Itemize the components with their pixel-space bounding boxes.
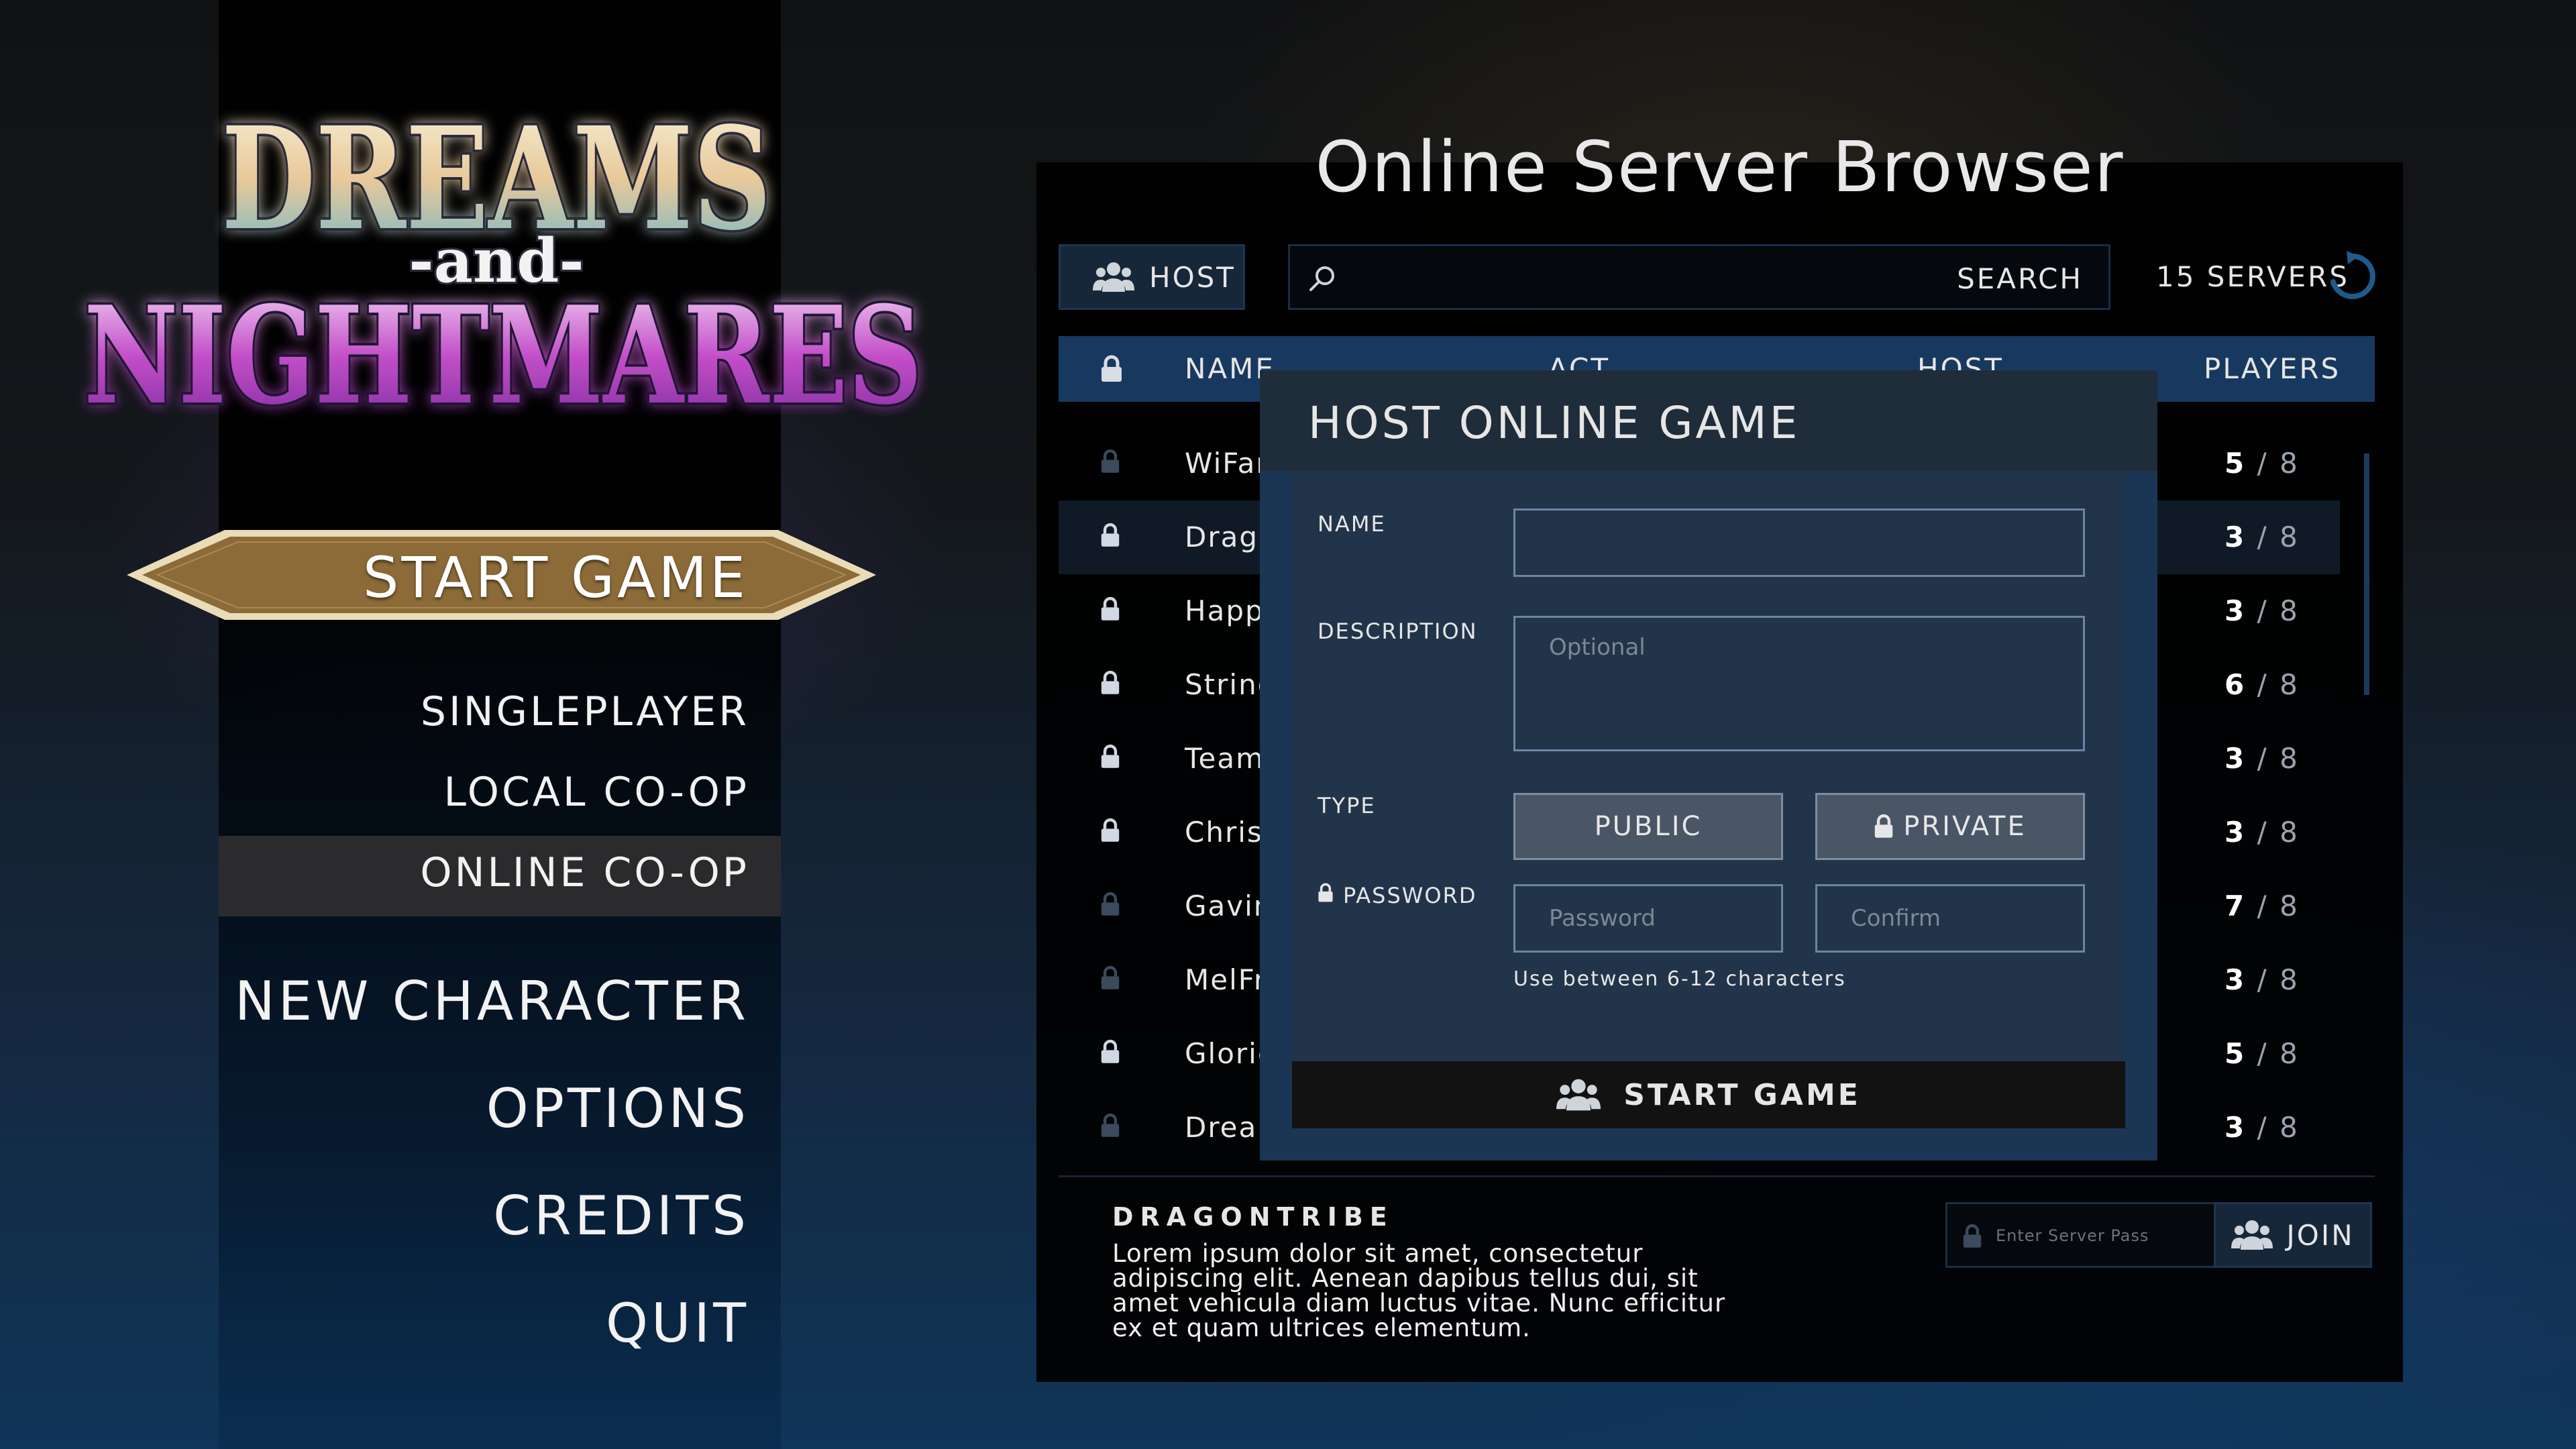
public-label: PUBLIC xyxy=(1594,811,1703,842)
lock-icon xyxy=(1101,818,1120,842)
current-players: 3 xyxy=(2224,1111,2247,1144)
search-icon xyxy=(1309,266,1334,291)
server-count: 15 SERVERS xyxy=(2156,260,2349,293)
lock-icon xyxy=(1318,883,1333,902)
current-players: 6 xyxy=(2224,668,2247,701)
lock-icon xyxy=(1101,892,1120,916)
private-label: PRIVATE xyxy=(1903,811,2027,842)
logo-nightmares: NIGHTMARES xyxy=(84,277,922,435)
game-logo: DREAMS -and- NIGHTMARES xyxy=(60,87,932,437)
group-icon xyxy=(1556,1079,1601,1111)
current-players: 5 xyxy=(2224,447,2247,480)
player-count: 3 / 8 xyxy=(2224,963,2300,996)
group-icon xyxy=(1093,262,1134,292)
max-players: 8 xyxy=(2279,447,2300,480)
host-label: HOST xyxy=(1149,260,1236,294)
server-password-input[interactable] xyxy=(1994,1220,2151,1251)
description-field[interactable] xyxy=(1513,616,2085,751)
search-input[interactable]: SEARCH xyxy=(1288,244,2110,310)
lock-icon xyxy=(1102,355,1122,382)
max-players: 8 xyxy=(2279,668,2300,701)
selected-server-description: Lorem ipsum dolor sit amet, consectetur … xyxy=(1112,1239,1726,1342)
game-name-field[interactable] xyxy=(1513,508,2085,577)
current-players: 3 xyxy=(2224,521,2247,553)
info-divider xyxy=(1059,1175,2375,1177)
menu-local-coop[interactable]: LOCAL CO-OP xyxy=(444,769,749,816)
player-count: 5 / 8 xyxy=(2224,1037,2300,1070)
dialog-title: HOST ONLINE GAME xyxy=(1308,397,1801,449)
max-players: 8 xyxy=(2279,1111,2300,1144)
password-field[interactable] xyxy=(1513,884,1783,953)
refresh-icon[interactable] xyxy=(2326,251,2377,302)
dialog-start-game-button[interactable]: START GAME xyxy=(1292,1061,2125,1128)
lock-icon xyxy=(1101,449,1120,473)
type-label: TYPE xyxy=(1318,793,1376,818)
host-game-dialog: HOST ONLINE GAME NAME DESCRIPTION TYPE P… xyxy=(1260,370,2157,1161)
player-count: 5 / 8 xyxy=(2224,447,2300,480)
player-count: 3 / 8 xyxy=(2224,742,2300,775)
player-count: 7 / 8 xyxy=(2224,890,2300,922)
player-count: 3 / 8 xyxy=(2224,521,2300,553)
player-count: 3 / 8 xyxy=(2224,594,2300,627)
lock-icon xyxy=(1101,1113,1120,1137)
menu-quit[interactable]: QUIT xyxy=(606,1292,749,1354)
menu-singleplayer[interactable]: SINGLEPLAYER xyxy=(421,688,749,735)
max-players: 8 xyxy=(2279,594,2300,627)
menu-options[interactable]: OPTIONS xyxy=(486,1077,749,1140)
menu-credits[interactable]: CREDITS xyxy=(493,1185,749,1247)
lock-icon xyxy=(1101,523,1120,547)
private-button[interactable]: PRIVATE xyxy=(1815,793,2085,860)
player-count: 3 / 8 xyxy=(2224,1111,2300,1144)
search-button[interactable]: SEARCH xyxy=(1957,262,2083,295)
current-players: 3 xyxy=(2224,816,2247,849)
current-players: 7 xyxy=(2224,890,2247,922)
max-players: 8 xyxy=(2279,521,2300,553)
column-players[interactable]: PLAYERS xyxy=(2204,352,2341,385)
dialog-start-game-label: START GAME xyxy=(1623,1077,1861,1112)
password-hint: Use between 6-12 characters xyxy=(1513,967,1846,991)
lock-icon xyxy=(1101,1039,1120,1063)
confirm-password-field[interactable] xyxy=(1815,884,2085,953)
lock-icon xyxy=(1101,670,1120,694)
lock-icon xyxy=(1101,744,1120,768)
join-button[interactable]: JOIN xyxy=(2214,1202,2372,1268)
password-label: PASSWORD xyxy=(1343,883,1477,908)
max-players: 8 xyxy=(2279,742,2300,775)
menu-new-character[interactable]: NEW CHARACTER xyxy=(235,970,749,1032)
dialog-form: NAME DESCRIPTION TYPE PUBLIC PRIVATE PAS… xyxy=(1292,471,2125,1061)
max-players: 8 xyxy=(2279,963,2300,996)
start-game-label: START GAME xyxy=(363,545,748,610)
lock-icon xyxy=(1101,965,1120,989)
join-label: JOIN xyxy=(2286,1218,2355,1252)
description-label: DESCRIPTION xyxy=(1318,619,1478,644)
max-players: 8 xyxy=(2279,816,2300,849)
current-players: 3 xyxy=(2224,594,2247,627)
name-label: NAME xyxy=(1318,511,1386,537)
current-players: 3 xyxy=(2224,963,2247,996)
current-players: 3 xyxy=(2224,742,2247,775)
max-players: 8 xyxy=(2279,1037,2300,1070)
start-game-banner[interactable]: START GAME xyxy=(124,527,879,623)
lock-icon xyxy=(1101,596,1120,621)
host-button[interactable]: HOST xyxy=(1059,244,1245,310)
public-button[interactable]: PUBLIC xyxy=(1513,793,1783,860)
group-icon xyxy=(2231,1220,2273,1250)
player-count: 6 / 8 xyxy=(2224,668,2300,701)
max-players: 8 xyxy=(2279,890,2300,922)
player-count: 3 / 8 xyxy=(2224,816,2300,849)
server-list-scrollbar[interactable] xyxy=(2364,453,2369,695)
dialog-header: HOST ONLINE GAME xyxy=(1260,370,2157,471)
current-players: 5 xyxy=(2224,1037,2247,1070)
lock-icon xyxy=(1963,1224,1982,1248)
selected-server-name: DRAGONTRIBE xyxy=(1112,1202,1394,1232)
lock-icon xyxy=(1875,814,1893,838)
page-title: Online Server Browser xyxy=(1315,126,2125,208)
menu-online-coop[interactable]: ONLINE CO-OP xyxy=(420,849,749,896)
